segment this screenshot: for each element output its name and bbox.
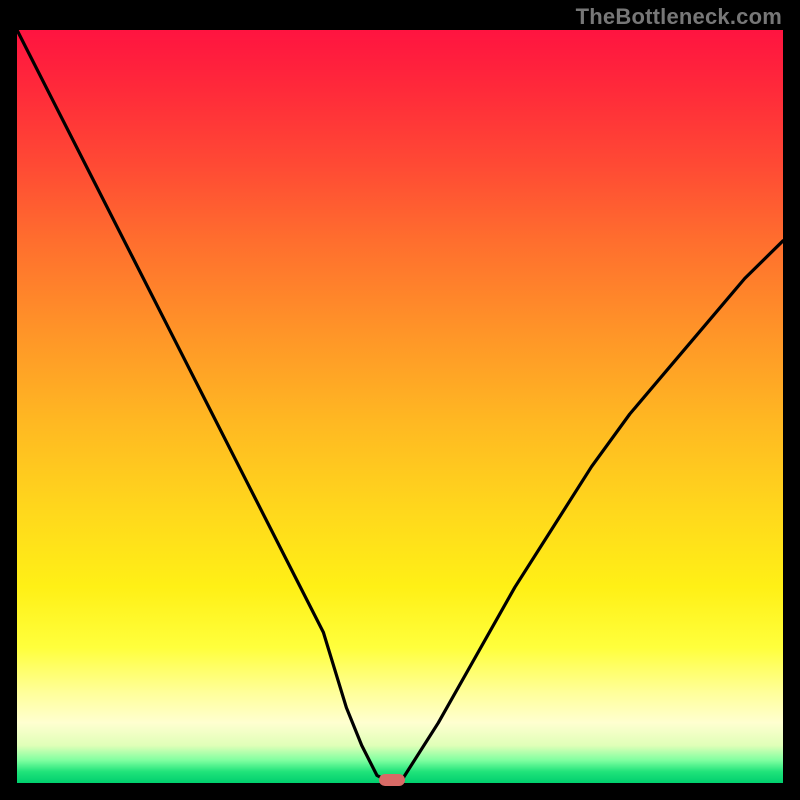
bottleneck-curve [17,30,783,783]
curve-layer [17,30,783,783]
plot-area [17,30,783,783]
chart-frame: TheBottleneck.com [0,0,800,800]
optimal-marker [379,774,405,786]
watermark-text: TheBottleneck.com [576,4,782,30]
